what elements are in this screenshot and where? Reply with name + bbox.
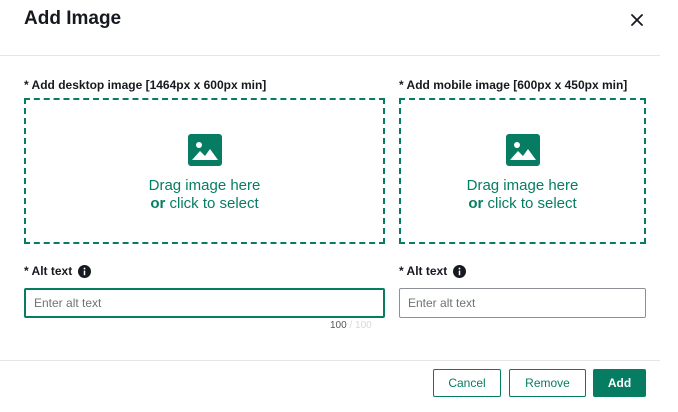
footer-divider	[0, 360, 660, 361]
info-icon[interactable]	[453, 264, 467, 278]
counter-separator: /	[346, 320, 356, 331]
mobile-image-section: * Add mobile image [600px x 450px min] D…	[399, 78, 646, 244]
desktop-image-dropzone[interactable]: Drag image here or click to select	[24, 98, 385, 244]
dropzone-text-primary: Drag image here	[466, 177, 579, 194]
dropzone-text-secondary: or click to select	[468, 195, 576, 213]
desktop-image-section: * Add desktop image [1464px x 600px min]…	[24, 78, 385, 244]
mobile-alt-text-input[interactable]	[399, 288, 646, 318]
counter-current: 100	[330, 320, 347, 331]
modal-title: Add Image	[24, 8, 122, 29]
counter-max: 100	[355, 320, 372, 331]
desktop-alt-text-input[interactable]	[24, 288, 385, 318]
cancel-button[interactable]: Cancel	[433, 369, 501, 397]
remove-button[interactable]: Remove	[509, 369, 586, 397]
character-counter: 100 / 100	[330, 320, 372, 331]
image-icon	[187, 134, 222, 166]
add-button[interactable]: Add	[593, 369, 646, 397]
dropzone-text-primary: Drag image here	[148, 177, 261, 194]
modal-header: Add Image	[0, 0, 660, 56]
dropzone-or-text: or	[468, 195, 484, 212]
desktop-alt-text-label-row: * Alt text	[24, 264, 92, 278]
mobile-alt-text-label: * Alt text	[399, 264, 448, 278]
add-image-modal: Add Image * Add desktop image [1464px x …	[0, 0, 678, 412]
close-icon[interactable]	[627, 10, 647, 30]
dropzone-click-text: click to select	[483, 195, 577, 212]
desktop-image-label: * Add desktop image [1464px x 600px min]	[24, 78, 267, 92]
dropzone-text-secondary: or click to select	[150, 195, 258, 213]
desktop-alt-text-label: * Alt text	[24, 264, 73, 278]
mobile-alt-text-label-row: * Alt text	[399, 264, 467, 278]
image-icon	[505, 134, 540, 166]
info-icon[interactable]	[78, 264, 92, 278]
dropzone-or-text: or	[150, 195, 166, 212]
dropzone-click-text: click to select	[165, 195, 259, 212]
mobile-image-label: * Add mobile image [600px x 450px min]	[399, 78, 628, 92]
mobile-image-dropzone[interactable]: Drag image here or click to select	[399, 98, 646, 244]
